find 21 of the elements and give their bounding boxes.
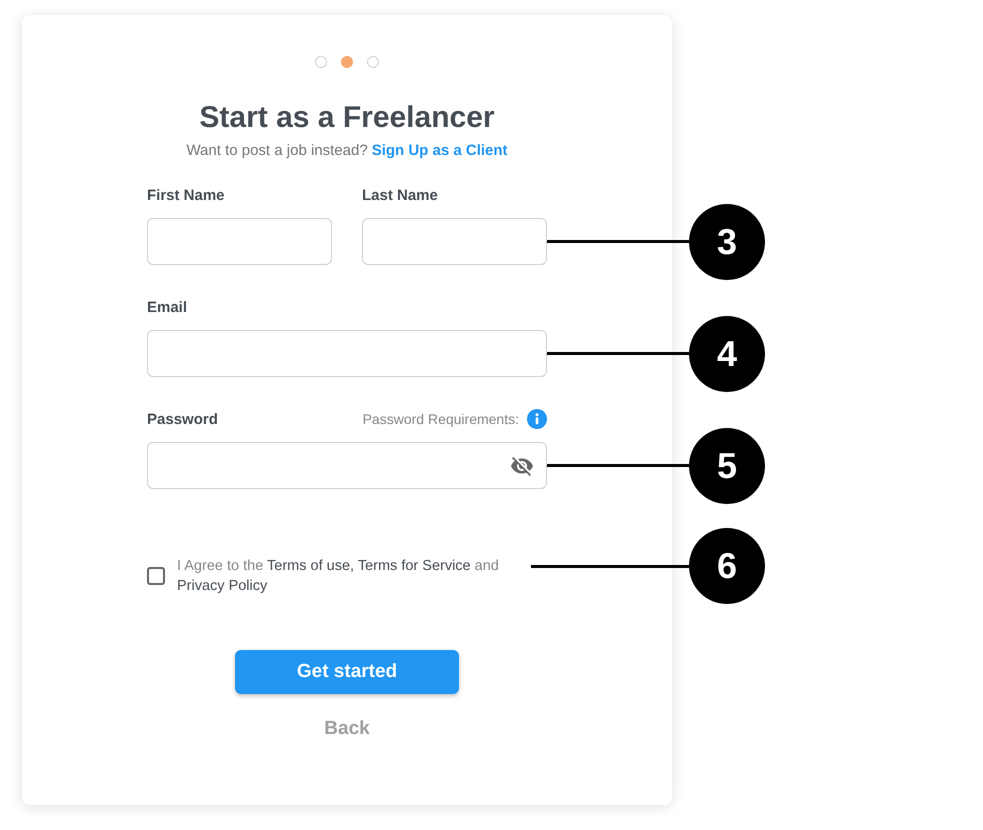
page-title: Start as a Freelancer: [199, 100, 495, 136]
client-signup-link[interactable]: Sign Up as a Client: [372, 142, 508, 159]
field-label: Last Name: [362, 186, 438, 204]
input-field[interactable]: [147, 218, 332, 265]
subtitle-text: Want to post a job instead?: [186, 142, 368, 159]
callout-number: 4: [689, 316, 765, 392]
input-field[interactable]: [147, 330, 547, 377]
field-label: Email: [147, 298, 188, 316]
input-field[interactable]: [362, 218, 547, 265]
field-label: Password: [147, 410, 218, 428]
info-icon[interactable]: [527, 409, 547, 429]
callout-number: 6: [689, 528, 765, 604]
callout-number: 5: [689, 428, 765, 504]
input-field[interactable]: [147, 442, 547, 489]
requirements-label: Password Requirements:: [362, 411, 519, 427]
back-button[interactable]: Back: [324, 718, 370, 740]
agreement-text: I Agree to the Terms of use, Terms for Service and Privacy Policy: [177, 557, 500, 596]
callout-number: 3: [689, 204, 765, 280]
agree-checkbox[interactable]: [147, 567, 165, 585]
field-label: First Name: [147, 186, 225, 204]
get-started-button[interactable]: Get started: [235, 650, 459, 694]
